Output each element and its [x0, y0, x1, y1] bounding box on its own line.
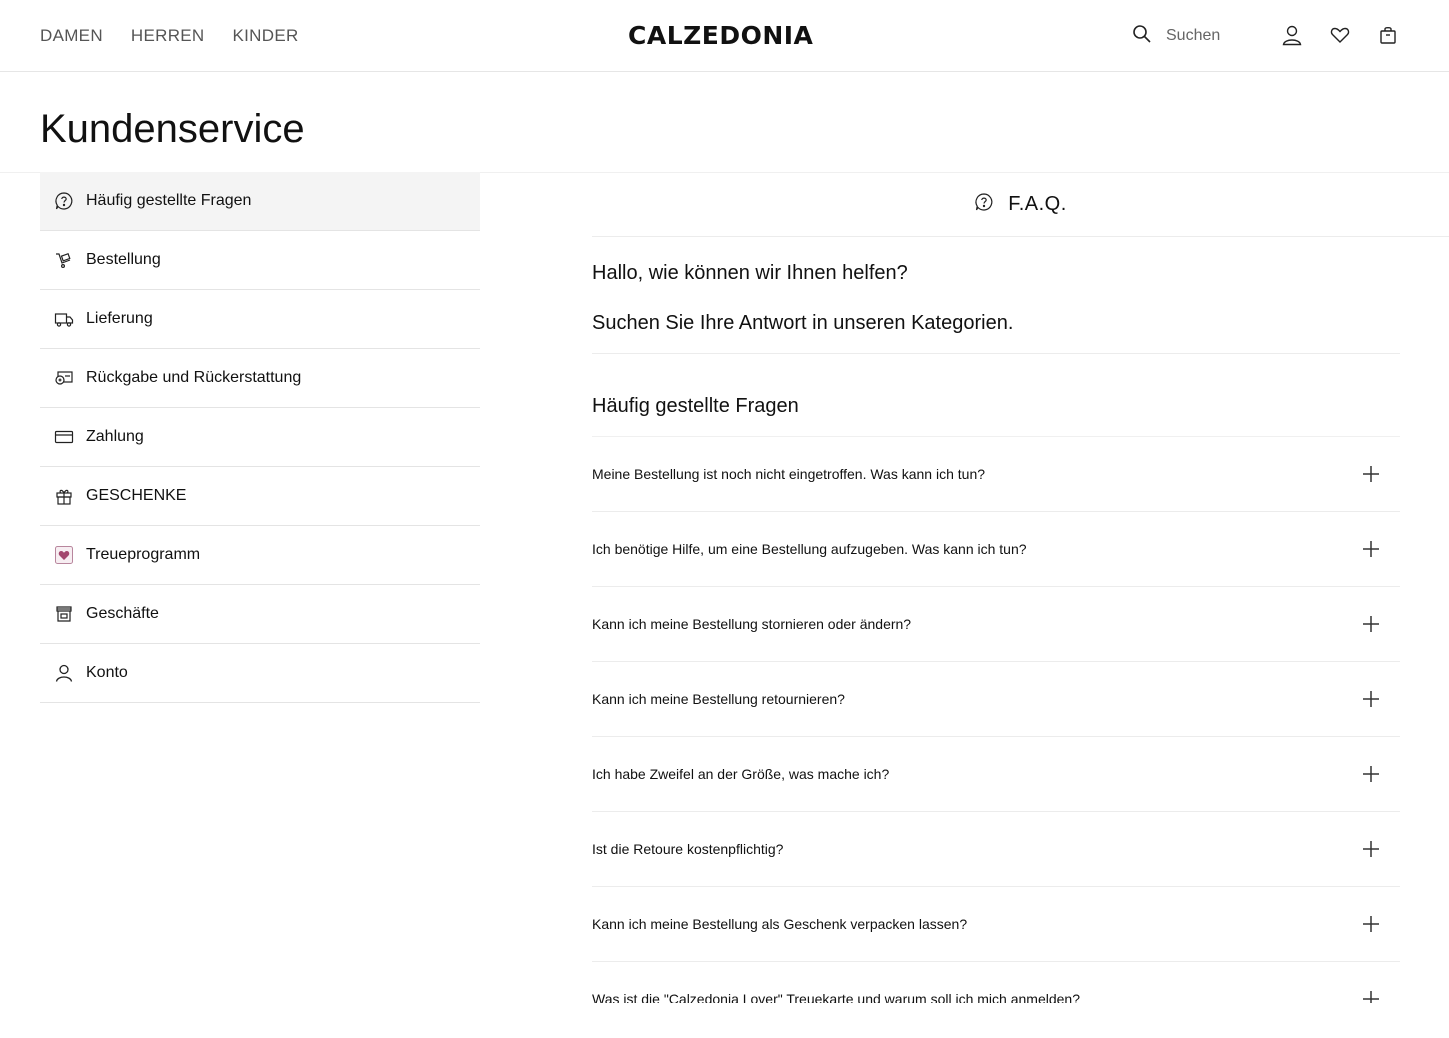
search-button[interactable]: Suchen	[1132, 22, 1220, 50]
faq-item[interactable]: Kann ich meine Bestellung als Geschenk v…	[592, 887, 1400, 962]
sidebar-item-lieferung[interactable]: Lieferung	[40, 290, 480, 349]
delivery-truck-icon	[54, 309, 74, 329]
sidebar-item-label: Häufig gestellte Fragen	[86, 192, 252, 209]
faq-list: Meine Bestellung ist noch nicht eingetro…	[592, 436, 1400, 1003]
plus-icon[interactable]	[1362, 915, 1380, 933]
plus-icon[interactable]	[1362, 840, 1380, 858]
faq-question: Meine Bestellung ist noch nicht eingetro…	[592, 466, 986, 482]
return-refund-icon	[54, 368, 74, 388]
store-icon	[54, 604, 74, 624]
faq-header: F.A.Q.	[592, 173, 1449, 237]
sidebar-item-konto[interactable]: Konto	[40, 644, 480, 703]
sidebar-item-faq[interactable]: Häufig gestellte Fragen	[40, 172, 480, 231]
faq-question: Kann ich meine Bestellung retournieren?	[592, 691, 845, 707]
order-cart-icon	[54, 250, 74, 270]
question-bubble-icon	[974, 192, 994, 217]
plus-icon[interactable]	[1362, 765, 1380, 783]
sidebar-item-bestellung[interactable]: Bestellung	[40, 231, 480, 290]
faq-item[interactable]: Kann ich meine Bestellung retournieren?	[592, 662, 1400, 737]
loyalty-heart-icon	[54, 545, 74, 565]
faq-question: Was ist die "Calzedonia Lover" Treuekart…	[592, 991, 1080, 1003]
faq-question: Ich habe Zweifel an der Größe, was mache…	[592, 766, 890, 782]
gift-icon	[54, 486, 74, 506]
faq-title: F.A.Q.	[1008, 193, 1067, 215]
user-icon	[54, 663, 74, 683]
sidebar-item-label: Treueprogramm	[86, 546, 201, 563]
sidebar-item-label: Rückgabe und Rückerstattung	[86, 369, 302, 386]
divider	[592, 353, 1400, 354]
faq-item[interactable]: Meine Bestellung ist noch nicht eingetro…	[592, 437, 1400, 512]
wishlist-heart-icon[interactable]	[1329, 24, 1351, 46]
search-label: Suchen	[1166, 27, 1221, 44]
sidebar-item-geschenke[interactable]: GESCHENKE	[40, 467, 480, 526]
sidebar-nav: Häufig gestellte Fragen Bestellung Liefe…	[40, 172, 480, 703]
faq-question: Kann ich meine Bestellung stornieren ode…	[592, 616, 912, 632]
sidebar-item-label: Konto	[86, 664, 128, 681]
plus-icon[interactable]	[1362, 615, 1380, 633]
search-icon	[1132, 24, 1152, 49]
nav-link-kinder[interactable]: KINDER	[233, 26, 299, 46]
main-nav: DAMEN HERREN KINDER	[40, 0, 299, 72]
plus-icon[interactable]	[1362, 690, 1380, 708]
help-greeting: Hallo, wie können wir Ihnen helfen?	[592, 262, 908, 284]
nav-link-herren[interactable]: HERREN	[131, 26, 205, 46]
site-header: DAMEN HERREN KINDER CALZEDONIA Suchen	[0, 0, 1449, 72]
faq-item[interactable]: Ich habe Zweifel an der Größe, was mache…	[592, 737, 1400, 812]
faq-item[interactable]: Ist die Retoure kostenpflichtig?	[592, 812, 1400, 887]
plus-icon[interactable]	[1362, 990, 1380, 1003]
brand-logo[interactable]: CALZEDONIA	[628, 22, 813, 50]
sidebar-item-label: GESCHENKE	[86, 487, 187, 504]
sidebar-item-label: Lieferung	[86, 310, 153, 327]
faq-item[interactable]: Kann ich meine Bestellung stornieren ode…	[592, 587, 1400, 662]
nav-link-damen[interactable]: DAMEN	[40, 26, 103, 46]
sidebar-item-treueprogramm[interactable]: Treueprogramm	[40, 526, 480, 585]
sidebar-item-rueckgabe[interactable]: Rückgabe und Rückerstattung	[40, 349, 480, 408]
faq-question: Ist die Retoure kostenpflichtig?	[592, 841, 784, 857]
faq-question: Kann ich meine Bestellung als Geschenk v…	[592, 916, 968, 932]
sidebar-item-geschaefte[interactable]: Geschäfte	[40, 585, 480, 644]
account-icon[interactable]	[1281, 24, 1303, 46]
sidebar-item-label: Zahlung	[86, 428, 144, 445]
plus-icon[interactable]	[1362, 540, 1380, 558]
credit-card-icon	[54, 427, 74, 447]
faq-section-title: Häufig gestellte Fragen	[592, 395, 799, 417]
faq-item[interactable]: Ich benötige Hilfe, um eine Bestellung a…	[592, 512, 1400, 587]
help-subtitle: Suchen Sie Ihre Antwort in unseren Kateg…	[592, 312, 1014, 334]
faq-question: Ich benötige Hilfe, um eine Bestellung a…	[592, 541, 1027, 557]
page-title: Kundenservice	[40, 107, 305, 151]
plus-icon[interactable]	[1362, 465, 1380, 483]
bag-icon[interactable]	[1377, 24, 1399, 46]
question-bubble-icon	[54, 191, 74, 211]
sidebar-item-zahlung[interactable]: Zahlung	[40, 408, 480, 467]
faq-item[interactable]: Was ist die "Calzedonia Lover" Treuekart…	[592, 962, 1400, 1003]
sidebar-item-label: Bestellung	[86, 251, 161, 268]
sidebar-item-label: Geschäfte	[86, 605, 159, 622]
